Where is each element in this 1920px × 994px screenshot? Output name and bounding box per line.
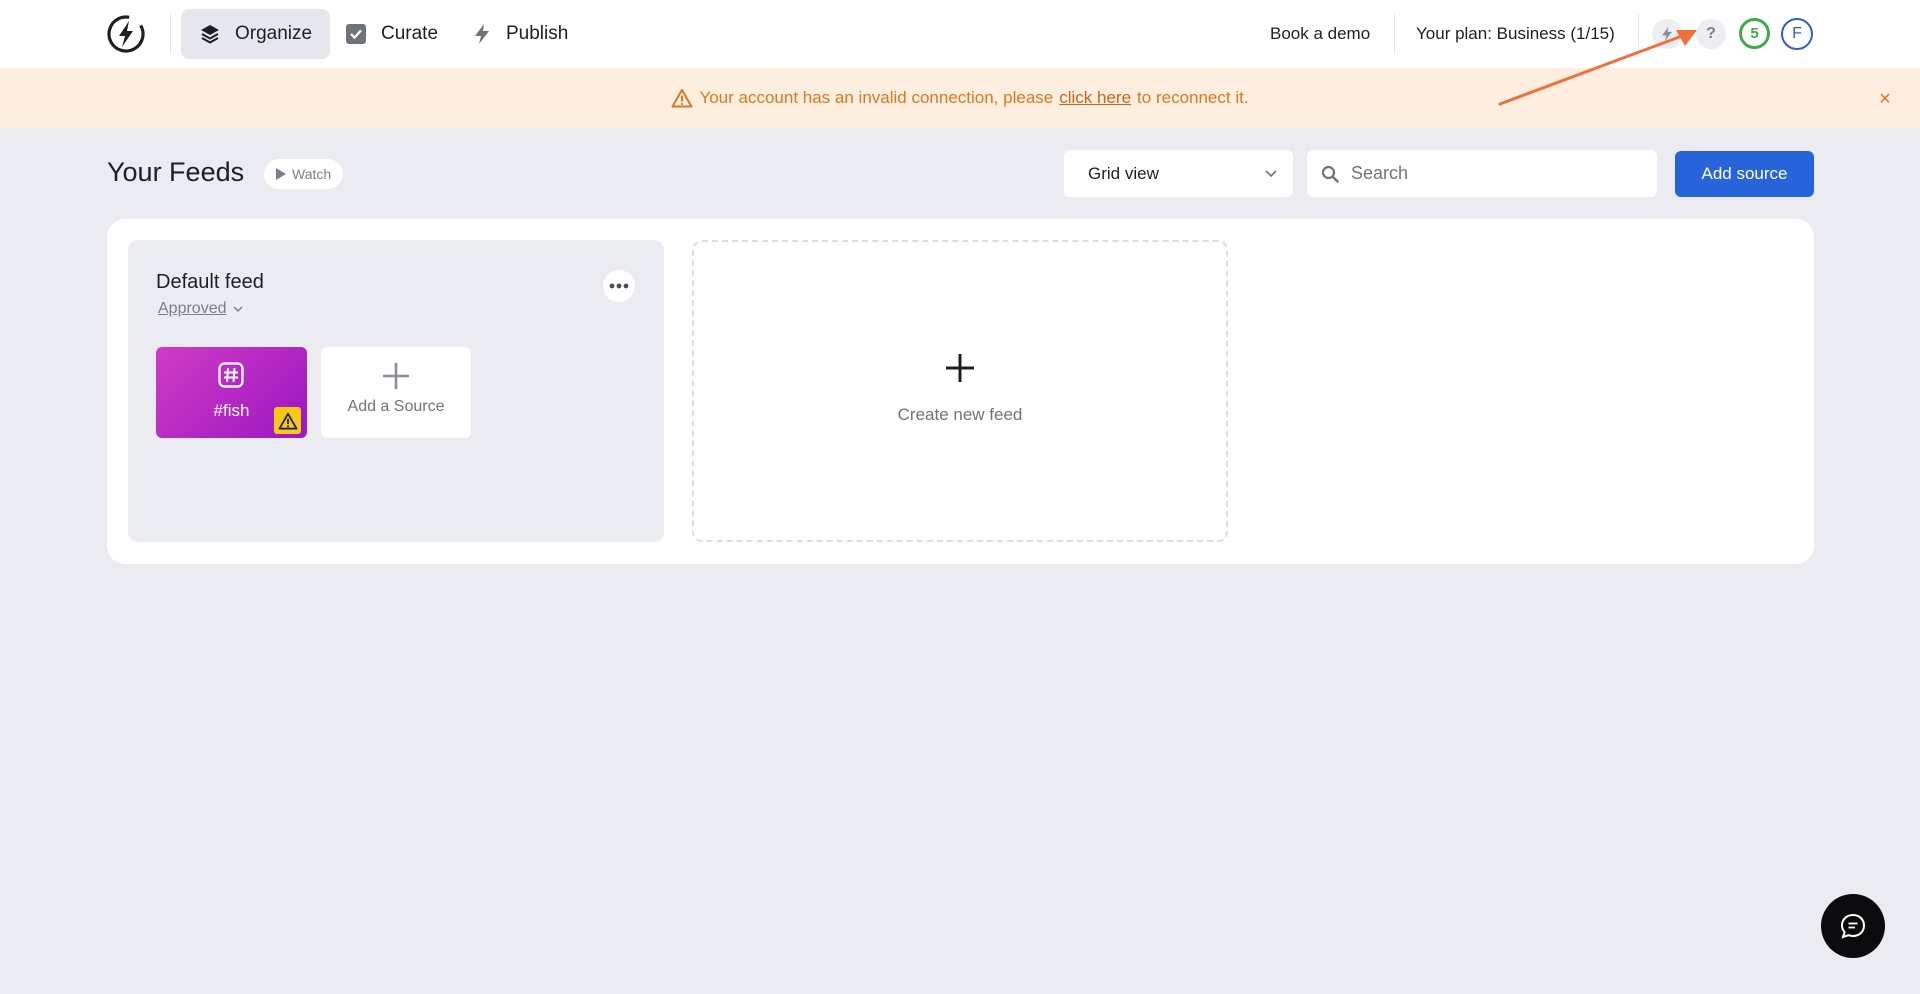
watch-label: Watch: [292, 166, 332, 182]
source-warning-badge: [274, 407, 301, 434]
bolt-logo[interactable]: [105, 13, 147, 55]
chat-button[interactable]: [1821, 894, 1885, 958]
connection-warning-banner: Your account has an invalid connection, …: [0, 68, 1920, 128]
view-select-value: Grid view: [1088, 163, 1159, 183]
progress-count: 5: [1750, 25, 1759, 42]
feed-more-button[interactable]: [603, 270, 635, 302]
nav-divider: [1394, 14, 1395, 54]
page-title: Your Feeds: [107, 157, 245, 187]
plus-icon: [946, 354, 974, 382]
search-box: [1307, 150, 1657, 197]
chat-bubble-icon: [1840, 913, 1866, 939]
plus-icon: [383, 363, 409, 389]
plan-link[interactable]: Your plan: Business (1/15): [1416, 24, 1615, 44]
nav-publish-label: Publish: [506, 23, 569, 44]
banner-message: Your account has an invalid connection, …: [0, 68, 1920, 128]
warning-icon: [671, 89, 693, 108]
lightning-icon: [475, 24, 489, 44]
nav-divider: [1638, 14, 1639, 54]
warning-icon: [278, 412, 297, 430]
feed-title: Default feed: [156, 271, 264, 293]
play-icon: [276, 168, 286, 180]
create-new-feed-card[interactable]: Create new feed: [692, 240, 1228, 542]
banner-text-before: Your account has an invalid connection, …: [699, 88, 1054, 107]
chevron-down-icon: [233, 306, 242, 312]
book-demo-link[interactable]: Book a demo: [1270, 24, 1370, 44]
more-dots-icon: [609, 283, 629, 289]
help-button[interactable]: ?: [1696, 19, 1726, 49]
view-select[interactable]: Grid view: [1064, 150, 1293, 197]
search-input[interactable]: [1351, 150, 1641, 197]
avatar[interactable]: F: [1781, 18, 1813, 50]
search-icon: [1321, 165, 1339, 183]
nav-curate-label: Curate: [381, 23, 439, 44]
avatar-initial: F: [1792, 25, 1802, 42]
create-new-feed-label: Create new feed: [897, 405, 1023, 424]
nav-divider: [170, 14, 171, 54]
nav-curate[interactable]: Curate: [327, 9, 456, 59]
lightning-icon: [1662, 27, 1672, 41]
feed-status-label: Approved: [158, 300, 227, 317]
add-a-source-tile[interactable]: Add a Source: [321, 347, 471, 438]
add-a-source-label: Add a Source: [347, 398, 445, 415]
progress-counter[interactable]: 5: [1739, 18, 1770, 49]
top-navigation-bar: Organize Curate Publish Book a demo Your…: [0, 0, 1920, 68]
hashtag-icon: [218, 362, 244, 388]
source-tile-fish[interactable]: #fish: [156, 347, 307, 438]
quick-actions-button[interactable]: [1652, 19, 1682, 49]
chevron-down-icon: [1265, 170, 1277, 178]
layers-icon: [201, 25, 219, 44]
close-icon[interactable]: ×: [1874, 88, 1896, 110]
watch-button[interactable]: Watch: [264, 159, 344, 189]
checkbox-icon: [346, 24, 366, 44]
nav-organize-label: Organize: [235, 23, 313, 44]
nav-publish[interactable]: Publish: [454, 9, 586, 59]
add-source-button[interactable]: Add source: [1675, 151, 1814, 197]
question-icon: ?: [1706, 25, 1716, 42]
reconnect-link[interactable]: click here: [1059, 88, 1131, 108]
nav-organize[interactable]: Organize: [181, 9, 331, 59]
feed-status-dropdown[interactable]: Approved: [158, 300, 245, 318]
banner-text-after: to reconnect it.: [1137, 88, 1249, 107]
